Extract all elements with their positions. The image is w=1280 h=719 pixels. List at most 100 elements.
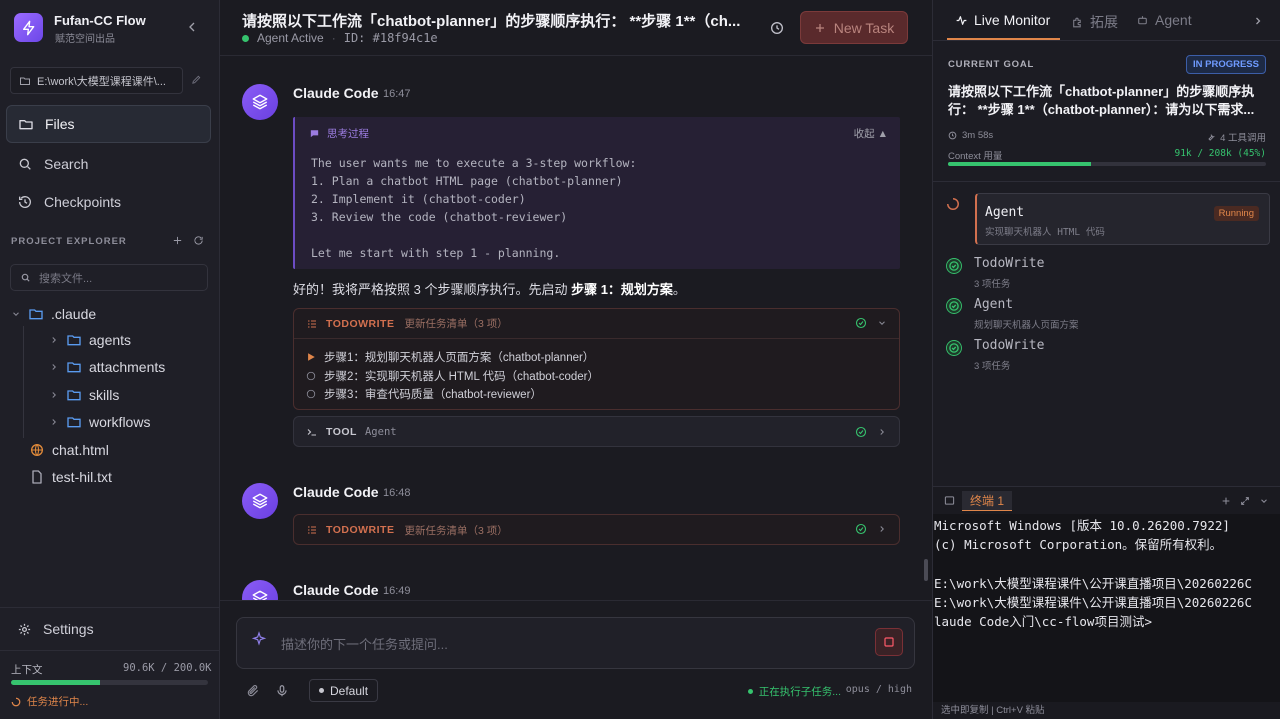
execution-status: 正在执行子任务... <box>747 684 841 699</box>
thinking-header[interactable]: 思考过程 <box>309 126 369 141</box>
nav-search[interactable]: Search <box>6 145 211 183</box>
terminal-line: laude Code入门\cc-flow项目测试> <box>934 614 1152 629</box>
tab-extensions[interactable]: 拓展 <box>1071 12 1118 32</box>
message-author: Claude Code <box>293 582 379 598</box>
tree-item-label: .claude <box>51 305 97 322</box>
check-circle-icon <box>946 298 962 314</box>
tree-folder-attachments[interactable]: attachments <box>49 353 165 380</box>
project-explorer-title: PROJECT EXPLORER <box>11 236 127 247</box>
step-title[interactable]: Agent <box>974 297 1013 312</box>
step-title[interactable]: TodoWrite <box>974 256 1044 271</box>
nav-checkpoints-label: Checkpoints <box>44 194 122 210</box>
check-circle-icon <box>946 340 962 356</box>
tree-folder-agents[interactable]: agents <box>49 326 131 353</box>
tool-kind: TOOL <box>326 425 357 438</box>
app-title: Fufan-CC Flow <box>54 13 146 28</box>
speech-bubble-icon <box>310 130 319 138</box>
tools-used: 4 工具调用 <box>1206 130 1266 144</box>
maximize-icon[interactable] <box>1240 496 1250 506</box>
elapsed-time: 3m 58s <box>948 130 993 141</box>
layers-icon <box>252 493 268 509</box>
settings-button[interactable]: Settings <box>6 617 211 641</box>
wrench-icon <box>1208 133 1216 141</box>
terminal-output[interactable]: Microsoft Windows [版本 10.0.26200.7922] (c… <box>933 514 1280 702</box>
goal-status-badge: IN PROGRESS <box>1186 55 1266 74</box>
terminal-icon <box>944 496 955 505</box>
chevron-down-icon <box>13 311 19 316</box>
chevron-right-icon <box>880 429 884 435</box>
todowrite-header[interactable]: TODOWRITE 更新任务清单（3 项） <box>294 309 899 339</box>
task-header: 请按照以下工作流「chatbot-planner」的步骤顺序执行： **步骤 1… <box>220 0 932 56</box>
refresh-icon[interactable] <box>193 235 204 246</box>
reply-bold: 步骤 1：规划方案 <box>571 282 673 297</box>
step-subtitle: 3 项任务 <box>974 361 1011 372</box>
tree-folder-claude[interactable]: .claude <box>11 300 96 327</box>
tree-folder-skills[interactable]: skills <box>49 381 119 408</box>
divider <box>220 600 932 601</box>
terminal-tab[interactable]: 终端 1 <box>962 491 1013 511</box>
main-panel: 请按照以下工作流「chatbot-planner」的步骤顺序执行： **步骤 1… <box>220 0 932 719</box>
stop-button[interactable] <box>875 628 903 656</box>
tree-file-test-hil[interactable]: test-hil.txt <box>29 463 112 490</box>
list-checks-icon <box>308 526 316 534</box>
mode-label: Default <box>330 683 369 698</box>
reply-suffix: 。 <box>672 282 686 297</box>
step-agent-running[interactable]: Agent 实现聊天机器人 HTML 代码 Running <box>975 193 1270 245</box>
message-time: 16:49 <box>383 585 411 597</box>
terminal-icon <box>307 428 316 436</box>
message-time: 16:47 <box>383 88 411 100</box>
collapse-sidebar-button[interactable] <box>184 19 200 35</box>
divider <box>933 181 1280 182</box>
folder-icon <box>20 77 30 85</box>
tool-desc: 更新任务清单（3 项） <box>404 524 508 537</box>
tree-folder-workflows[interactable]: workflows <box>49 408 150 435</box>
tab-agent[interactable]: Agent <box>1136 12 1192 28</box>
edit-path-icon[interactable] <box>191 74 202 85</box>
terminal-line: (c) Microsoft Corporation。保留所有权利。 <box>934 537 1223 553</box>
context-progress-bar <box>11 680 208 685</box>
composer-placeholder: 描述你的下一个任务或提问... <box>281 637 448 652</box>
nav-checkpoints[interactable]: Checkpoints <box>6 183 211 221</box>
list-checks-icon <box>308 320 316 327</box>
chevron-down-icon[interactable] <box>1259 496 1269 506</box>
composer[interactable]: 描述你的下一个任务或提问... <box>236 617 915 669</box>
chevron-right-icon[interactable] <box>1252 15 1264 27</box>
new-task-button[interactable]: New Task <box>800 11 908 44</box>
todowrite-card[interactable]: TODOWRITE 更新任务清单（3 项） <box>293 514 900 545</box>
chevron-down-icon[interactable] <box>877 318 887 328</box>
terminal-line: E:\work\大模型课程课件\公开课直播项目\20260226C <box>934 575 1252 591</box>
folder-icon <box>67 334 81 345</box>
terminal-line: Microsoft Windows [版本 10.0.26200.7922] <box>934 518 1230 533</box>
file-search-input[interactable]: 搜索文件... <box>10 264 208 291</box>
nav-files[interactable]: Files <box>6 105 211 143</box>
tool-card-agent[interactable]: TOOL Agent <box>293 416 900 447</box>
paperclip-icon[interactable] <box>246 684 260 698</box>
plus-icon <box>815 23 824 32</box>
layers-icon <box>252 94 268 110</box>
play-icon <box>308 353 315 361</box>
step-title[interactable]: TodoWrite <box>974 338 1044 353</box>
history-icon[interactable] <box>769 20 785 36</box>
chevron-right-icon <box>880 526 884 532</box>
mode-dot-icon <box>319 688 324 693</box>
todo-text: 步骤1：规划聊天机器人页面方案（chatbot-planner） <box>324 352 595 364</box>
claude-avatar <box>242 84 278 120</box>
plus-icon[interactable] <box>1221 496 1231 506</box>
microphone-icon[interactable] <box>275 684 289 698</box>
workspace-path-selector[interactable]: E:\work\大模型课程课件\... <box>10 67 183 94</box>
add-file-icon[interactable] <box>172 235 183 246</box>
mode-selector[interactable]: Default <box>309 679 379 702</box>
chat-scrollbar[interactable] <box>924 559 928 581</box>
globe-icon <box>31 443 43 456</box>
active-tab-indicator <box>947 38 1060 40</box>
step-subtitle: 规划聊天机器人页面方案 <box>974 320 1079 331</box>
model-selector[interactable]: opus / high <box>846 684 912 695</box>
tools-used-value: 4 工具调用 <box>1220 133 1266 144</box>
layers-icon <box>252 590 268 600</box>
collapse-thinking-button[interactable]: 收起 ▲ <box>854 126 888 141</box>
tree-file-chat-html[interactable]: chat.html <box>29 436 109 463</box>
tab-live-monitor[interactable]: Live Monitor <box>955 12 1050 28</box>
clock-icon <box>948 131 957 140</box>
tree-guide-line <box>23 326 24 438</box>
